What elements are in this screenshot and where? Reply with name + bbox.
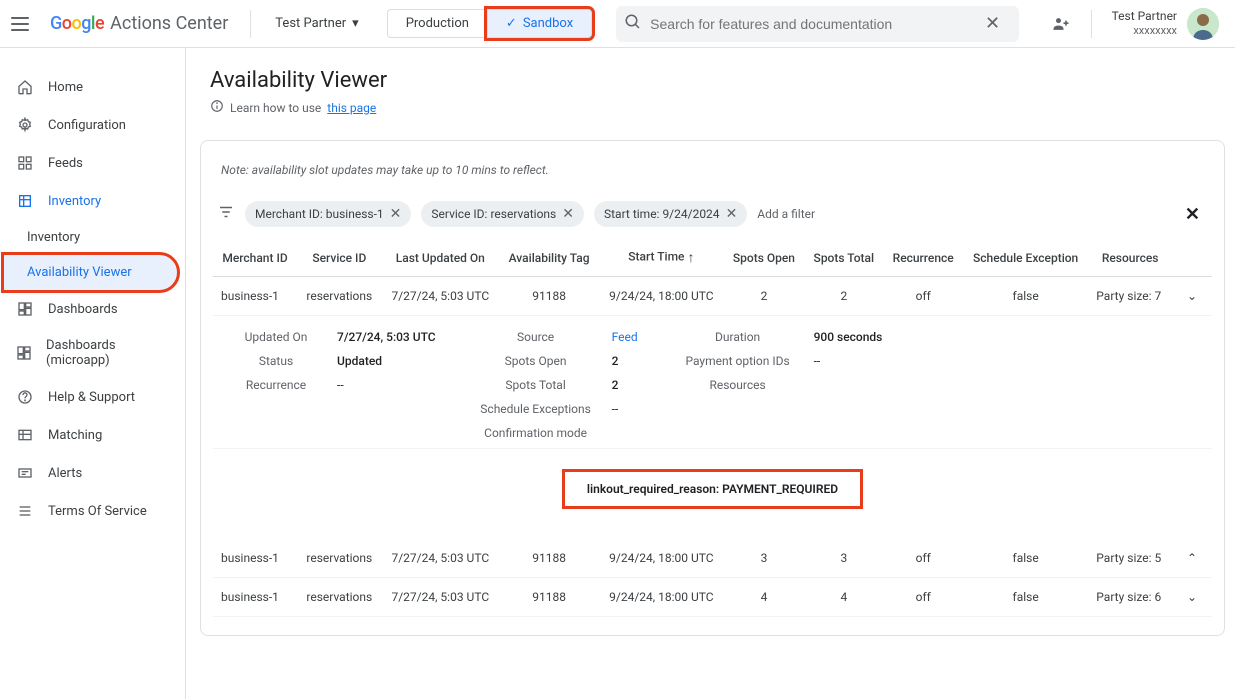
user-name: Test Partner (1112, 9, 1177, 25)
person-add-icon[interactable] (1043, 6, 1079, 42)
source-link[interactable]: Feed (612, 330, 638, 344)
tab-sandbox[interactable]: ✓ Sandbox (487, 9, 592, 38)
sidebar-item-configuration[interactable]: Configuration (0, 106, 181, 144)
sidebar-item-feeds[interactable]: Feeds (0, 144, 181, 182)
col-merchant[interactable]: Merchant ID (213, 239, 297, 277)
table-row[interactable]: business-1 reservations 7/27/24, 5:03 UT… (213, 539, 1212, 578)
col-start[interactable]: Start Time ↑ (599, 239, 723, 277)
col-sched[interactable]: Schedule Exception (963, 239, 1088, 277)
search-box[interactable]: ✕ (616, 6, 1018, 42)
main-content: Availability Viewer Learn how to use thi… (186, 48, 1235, 699)
chip-remove-icon[interactable]: ✕ (390, 206, 402, 222)
tos-icon (16, 502, 34, 520)
avatar (1187, 8, 1219, 40)
sidebar-item-alerts[interactable]: Alerts (0, 454, 181, 492)
collapse-row-icon[interactable]: ⌃ (1172, 539, 1212, 578)
clear-filters-icon[interactable]: ✕ (1185, 204, 1208, 225)
matching-icon (16, 426, 34, 444)
add-filter[interactable]: Add a filter (757, 207, 815, 221)
expand-row-icon[interactable]: ⌄ (1172, 578, 1212, 617)
dashboard-icon (16, 344, 32, 362)
user-sub: xxxxxxxx (1112, 24, 1177, 38)
availability-table: Merchant ID Service ID Last Updated On A… (213, 239, 1212, 617)
divider (250, 10, 251, 38)
search-icon (624, 13, 642, 35)
home-icon (16, 78, 34, 96)
clear-search-icon[interactable]: ✕ (975, 6, 1011, 42)
grid-icon (16, 154, 34, 172)
filter-chip-starttime[interactable]: Start time: 9/24/2024✕ (594, 201, 747, 227)
caret-down-icon: ▾ (352, 16, 359, 31)
content-card: Note: availability slot updates may take… (200, 140, 1225, 636)
env-tabs: Production ✓ Sandbox (387, 9, 592, 38)
sidebar-item-dashboards-micro[interactable]: Dashboards (microapp) (0, 328, 181, 378)
info-icon (210, 99, 224, 116)
expand-row-icon[interactable]: ⌄ (1172, 277, 1212, 316)
sidebar-item-tos[interactable]: Terms Of Service (0, 492, 181, 530)
sidebar-item-dashboards[interactable]: Dashboards (0, 290, 181, 328)
page-title: Availability Viewer (210, 68, 1211, 93)
filter-bar: Merchant ID: business-1✕ Service ID: res… (213, 201, 1212, 239)
app-header: Google Actions Center Test Partner ▾ Pro… (0, 0, 1235, 48)
google-logo: Google (50, 13, 104, 34)
learn-link[interactable]: this page (327, 101, 376, 115)
menu-icon[interactable] (8, 12, 32, 36)
tab-production[interactable]: Production (387, 9, 487, 38)
divider (1091, 10, 1092, 38)
col-recur[interactable]: Recurrence (883, 239, 963, 277)
sort-asc-icon: ↑ (687, 250, 694, 266)
gear-icon (16, 116, 34, 134)
help-icon (16, 388, 34, 406)
sandbox-label: Sandbox (523, 16, 573, 31)
table-row[interactable]: business-1 reservations 7/27/24, 5:03 UT… (213, 277, 1212, 316)
inventory-icon (16, 192, 34, 210)
sidebar-item-matching[interactable]: Matching (0, 416, 181, 454)
chip-remove-icon[interactable]: ✕ (562, 206, 574, 222)
col-tag[interactable]: Availability Tag (499, 239, 599, 277)
filter-icon[interactable] (217, 203, 235, 225)
linkout-reason: linkout_required_reason: PAYMENT_REQUIRE… (562, 469, 863, 509)
sidebar-item-inventory[interactable]: Inventory (0, 220, 181, 255)
learn-line: Learn how to use this page (210, 99, 1211, 116)
partner-label: Test Partner (275, 16, 346, 31)
table-row[interactable]: business-1 reservations 7/27/24, 5:03 UT… (213, 578, 1212, 617)
chip-remove-icon[interactable]: ✕ (726, 206, 738, 222)
dashboard-icon (16, 300, 34, 318)
search-input[interactable] (650, 16, 966, 32)
col-updated[interactable]: Last Updated On (382, 239, 499, 277)
logo[interactable]: Google Actions Center (40, 13, 238, 34)
user-menu[interactable]: Test Partner xxxxxxxx (1104, 8, 1227, 40)
col-service[interactable]: Service ID (297, 239, 382, 277)
note-text: Note: availability slot updates may take… (213, 159, 1212, 201)
sidebar-item-availability-viewer[interactable]: Availability Viewer (4, 255, 177, 290)
filter-chip-merchant[interactable]: Merchant ID: business-1✕ (245, 201, 411, 227)
col-res[interactable]: Resources (1088, 239, 1172, 277)
sidebar-item-home[interactable]: Home (0, 68, 181, 106)
sidebar-item-help[interactable]: Help & Support (0, 378, 181, 416)
sidebar: Home Configuration Feeds Inventory Inven… (0, 48, 186, 699)
row-detail-panel: Updated On7/27/24, 5:03 UTC StatusUpdate… (213, 316, 1212, 449)
filter-chip-service[interactable]: Service ID: reservations✕ (421, 201, 584, 227)
partner-dropdown[interactable]: Test Partner ▾ (263, 16, 370, 31)
product-name: Actions Center (110, 13, 228, 34)
check-icon: ✓ (506, 16, 517, 31)
alerts-icon (16, 464, 34, 482)
table-header-row: Merchant ID Service ID Last Updated On A… (213, 239, 1212, 277)
col-total[interactable]: Spots Total (804, 239, 883, 277)
sidebar-item-inventory-parent[interactable]: Inventory (0, 182, 181, 220)
col-open[interactable]: Spots Open (724, 239, 805, 277)
